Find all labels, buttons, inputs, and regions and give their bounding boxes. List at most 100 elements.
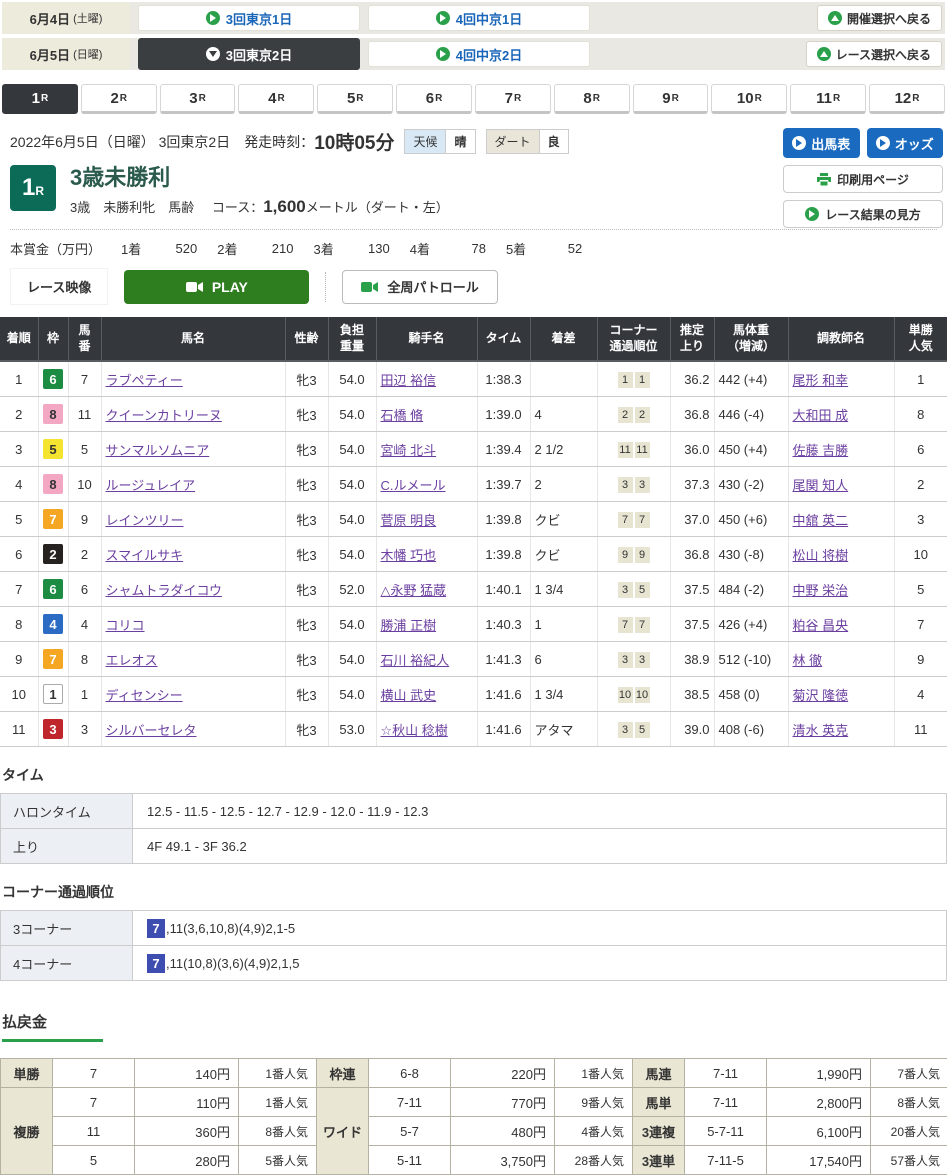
horse-name-link[interactable]: スマイルサキ — [106, 548, 184, 563]
trainer-link[interactable]: 清水 英克 — [793, 723, 849, 738]
result-row: 167ラブペティー牝354.0田辺 裕信1:38.31136.2442 (+4)… — [0, 361, 947, 397]
jockey-link[interactable]: 宮崎 北斗 — [381, 443, 437, 458]
horse-name-link[interactable]: レインツリー — [106, 513, 184, 528]
horse-name-link[interactable]: コリコ — [106, 618, 145, 633]
trainer-link[interactable]: 中舘 英二 — [793, 513, 849, 528]
patrol-video-button[interactable]: 全周パトロール — [342, 270, 497, 304]
row-label: 4コーナー — [1, 946, 133, 981]
meeting-button[interactable]: 4回中京2日 — [368, 41, 590, 67]
trainer-link[interactable]: 中野 栄治 — [793, 583, 849, 598]
frame-badge: 7 — [43, 509, 63, 529]
race-tab-1r[interactable]: 1R — [2, 84, 78, 114]
corner-positions: 1010 — [597, 677, 670, 712]
race-tab-4r[interactable]: 4R — [238, 84, 314, 114]
race-tab-7r[interactable]: 7R — [475, 84, 551, 114]
carried-weight: 54.0 — [328, 467, 376, 502]
payout-amount: 220円 — [451, 1059, 555, 1088]
favorite-rank: 7番人気 — [871, 1059, 947, 1088]
trainer-link[interactable]: 粕谷 昌央 — [793, 618, 849, 633]
sex-age: 牝3 — [285, 677, 328, 712]
trainer-link[interactable]: 佐藤 吉勝 — [793, 443, 849, 458]
jockey-link[interactable]: 勝浦 正樹 — [381, 618, 437, 633]
jockey-link[interactable]: 石橋 脩 — [381, 408, 424, 423]
corner-table: 3コーナー7,11(3,6,10,8)(4,9)2,1-54コーナー7,11(1… — [0, 910, 947, 981]
jockey-link[interactable]: 菅原 明良 — [381, 513, 437, 528]
body-weight: 512 (-10) — [714, 642, 788, 677]
jockey-link[interactable]: C.ルメール — [381, 478, 446, 493]
horse-name-link[interactable]: ルージュレイア — [106, 478, 196, 493]
jockey-link[interactable]: ☆秋山 稔樹 — [381, 723, 448, 738]
combination: 7-11 — [685, 1088, 767, 1117]
jockey-link[interactable]: 横山 武史 — [381, 688, 437, 703]
race-tab-6r[interactable]: 6R — [396, 84, 472, 114]
row-value: 12.5 - 11.5 - 12.5 - 12.7 - 12.9 - 12.0 … — [133, 794, 947, 829]
horse-name-link[interactable]: クイーンカトリーヌ — [106, 408, 222, 423]
race-tab-2r[interactable]: 2R — [81, 84, 157, 114]
corner-positions: 22 — [597, 397, 670, 432]
print-page-button[interactable]: 印刷用ページ — [783, 165, 943, 193]
trainer-link[interactable]: 菊沢 隆徳 — [793, 688, 849, 703]
last-3f: 36.8 — [670, 397, 714, 432]
play-button[interactable]: PLAY — [124, 270, 309, 304]
payout-amount: 110円 — [135, 1088, 239, 1117]
trainer-link[interactable]: 大和田 成 — [793, 408, 849, 423]
trainer-link[interactable]: 尾関 知人 — [793, 478, 849, 493]
race-tab-3r[interactable]: 3R — [160, 84, 236, 114]
win-favorite-rank: 5 — [894, 572, 947, 607]
results-guide-button[interactable]: レース結果の見方 — [783, 200, 943, 228]
meeting-button[interactable]: 3回東京1日 — [138, 5, 360, 31]
horse-name-link[interactable]: シルバーセレタ — [106, 723, 197, 738]
jockey-link[interactable]: 田辺 裕信 — [381, 373, 437, 388]
time-row: ハロンタイム12.5 - 11.5 - 12.5 - 12.7 - 12.9 -… — [1, 794, 947, 829]
course-distance: 1,600 — [263, 197, 306, 216]
finish-time: 1:41.3 — [477, 642, 530, 677]
odds-button[interactable]: オッズ — [867, 128, 944, 158]
entries-button[interactable]: 出馬表 — [783, 128, 860, 158]
trainer-link[interactable]: 松山 将樹 — [793, 548, 849, 563]
sex-age: 牝3 — [285, 537, 328, 572]
column-header: 着差 — [530, 317, 597, 361]
jockey-link[interactable]: 木幡 巧也 — [381, 548, 437, 563]
meeting-button[interactable]: 4回中京1日 — [368, 5, 590, 31]
horse-name-link[interactable]: エレオス — [106, 653, 158, 668]
prize-place: 3着 — [313, 239, 333, 258]
finish-position: 9 — [0, 642, 38, 677]
payout-row: 5280円5番人気5-113,750円28番人気3連単7-11-517,540円… — [1, 1146, 947, 1175]
payout-title: 払戻金 — [2, 1011, 103, 1042]
combination: 7 — [53, 1059, 135, 1088]
race-date: 2022年6月5日（日曜） 3回東京2日 — [10, 132, 230, 152]
finish-position: 4 — [0, 467, 38, 502]
back-button[interactable]: 開催選択へ戻る — [817, 5, 942, 31]
carried-weight: 53.0 — [328, 712, 376, 747]
meeting-button[interactable]: 3回東京2日 — [138, 38, 360, 70]
win-favorite-rank: 4 — [894, 677, 947, 712]
body-weight: 426 (+4) — [714, 607, 788, 642]
back-button[interactable]: レース選択へ戻る — [806, 41, 942, 67]
jockey-link[interactable]: 石川 裕紀人 — [381, 653, 450, 668]
favorite-rank: 1番人気 — [555, 1059, 633, 1088]
jockey-link[interactable]: △永野 猛蔵 — [381, 583, 447, 598]
race-tab-12r[interactable]: 12R — [869, 84, 945, 114]
horse-name-link[interactable]: ディセンシー — [106, 688, 183, 703]
corner-positions: 33 — [597, 642, 670, 677]
horse-name-link[interactable]: サンマルソムニア — [106, 443, 210, 458]
row-label: ハロンタイム — [1, 794, 133, 829]
column-header: 馬体重 （増減） — [714, 317, 788, 361]
frame-badge: 1 — [43, 684, 63, 704]
race-tab-10r[interactable]: 10R — [711, 84, 787, 114]
trainer-link[interactable]: 林 徹 — [793, 653, 823, 668]
race-tab-9r[interactable]: 9R — [633, 84, 709, 114]
horse-number: 3 — [68, 712, 101, 747]
win-favorite-rank: 10 — [894, 537, 947, 572]
corner-positions: 77 — [597, 607, 670, 642]
finish-time: 1:41.6 — [477, 712, 530, 747]
side-buttons: 出馬表 オッズ 印刷用ページ レース結果の見方 — [783, 128, 943, 228]
payout-amount: 480円 — [451, 1117, 555, 1146]
horse-name-link[interactable]: シャムトラダイコウ — [106, 583, 222, 598]
race-tab-8r[interactable]: 8R — [554, 84, 630, 114]
horse-number: 4 — [68, 607, 101, 642]
race-tab-11r[interactable]: 11R — [790, 84, 866, 114]
trainer-link[interactable]: 尾形 和幸 — [793, 373, 849, 388]
horse-name-link[interactable]: ラブペティー — [106, 373, 183, 388]
race-tab-5r[interactable]: 5R — [317, 84, 393, 114]
